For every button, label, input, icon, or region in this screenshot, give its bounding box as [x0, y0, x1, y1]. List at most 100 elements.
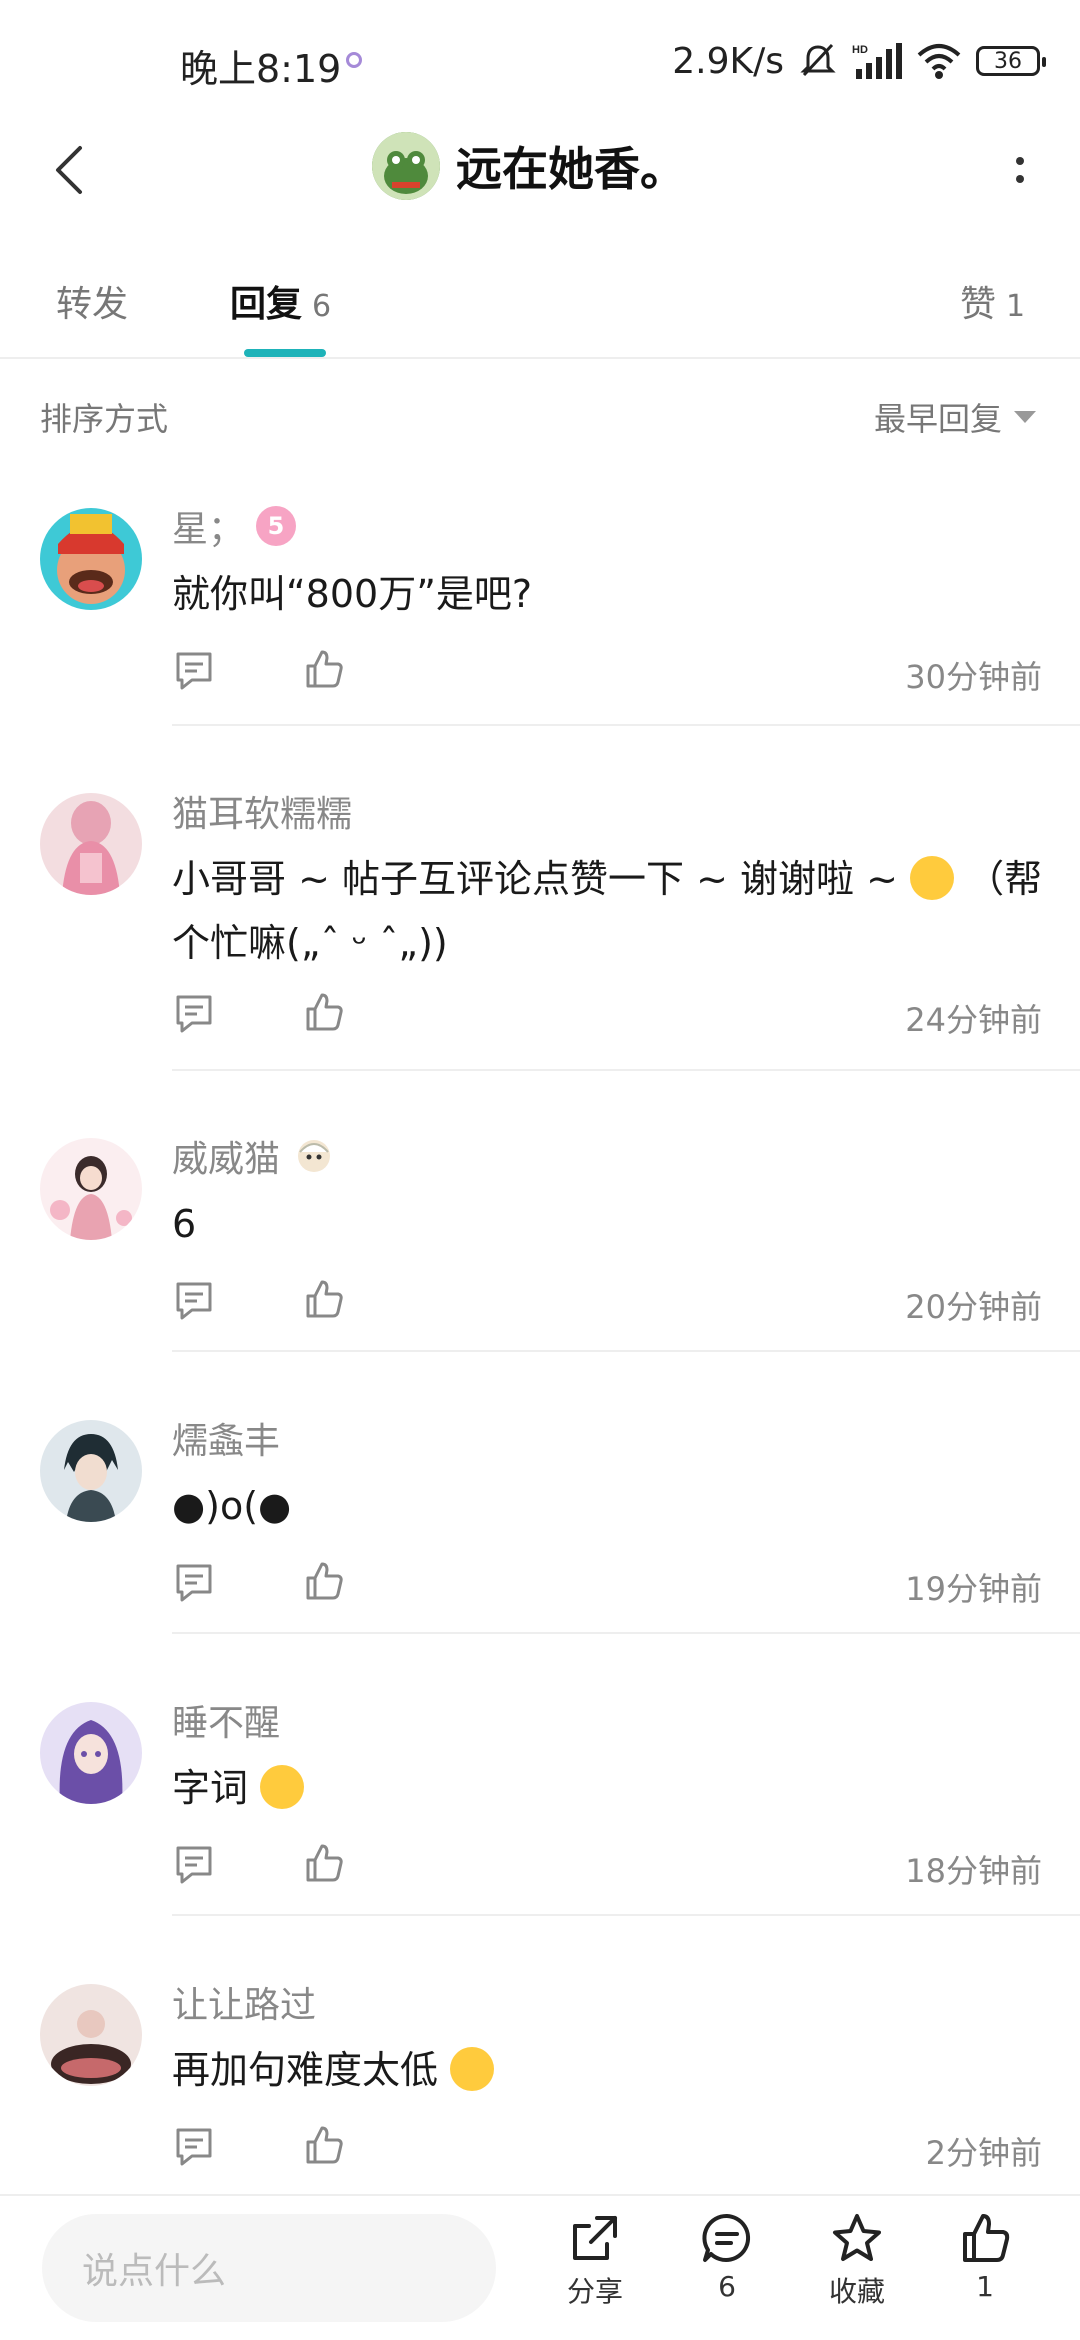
avatar[interactable]: [40, 1702, 142, 1804]
username: 猫耳软糯糯: [172, 794, 353, 835]
post-author[interactable]: 远在她香。: [372, 132, 686, 200]
comment-count: 6: [718, 2270, 736, 2303]
character-badge-icon: [298, 1140, 331, 1172]
comment-author[interactable]: 猫耳软糯糯: [172, 785, 352, 837]
status-time: 晚上8:19: [180, 47, 342, 91]
more-dot: [1016, 157, 1024, 165]
comment-input-placeholder: 说点什么: [82, 2251, 227, 2292]
reply-icon[interactable]: [172, 1560, 216, 1604]
net-speed: 2.9K/s: [672, 40, 784, 82]
tab-label: 赞: [960, 284, 997, 325]
comment-text: 小哥哥 ~ 帖子互评论点赞一下 ~ 谢谢啦 ~ （帮个忙嘛(„ˆ ᵕ ˆ„)): [172, 847, 1052, 975]
comment-text: ●)o(●: [172, 1484, 292, 1528]
comment-text: 字词: [172, 1756, 1052, 1820]
favorite-button[interactable]: 收藏: [802, 2210, 912, 2310]
comment-actions: 20分钟前: [172, 1272, 1042, 1332]
comment-author[interactable]: 睡不醒: [172, 1694, 280, 1746]
wifi-icon: [917, 44, 961, 79]
like-count: 1: [976, 2270, 994, 2303]
username: 让让路过: [172, 1985, 317, 2026]
comment-time: 19分钟前: [905, 1570, 1042, 1608]
comment-author[interactable]: 威威猫: [172, 1130, 336, 1182]
more-button[interactable]: [990, 140, 1050, 200]
comment-text-part: 字词: [172, 1766, 249, 1810]
sort-dropdown[interactable]: 最早回复: [874, 394, 1036, 440]
star-icon: [833, 2214, 881, 2261]
share-icon: [573, 2216, 617, 2260]
avatar[interactable]: [40, 508, 142, 610]
favorite-label: 收藏: [828, 2275, 885, 2308]
status-bar: 晚上8:19 2.9K/s HD 36: [0, 0, 1080, 120]
tab-repost[interactable]: 转发: [56, 275, 128, 327]
comment-icon: [702, 2213, 751, 2262]
comment-author[interactable]: 星； 5: [172, 500, 297, 552]
comment-time: 18分钟前: [905, 1852, 1042, 1890]
comment-text-part: 小哥哥 ~ 帖子互评论点赞一下 ~ 谢谢啦 ~: [172, 857, 898, 901]
grimace-emoji-icon: [910, 856, 955, 900]
tab-likes[interactable]: 赞 1: [960, 275, 1025, 327]
thumbs-up-icon[interactable]: [302, 1558, 346, 1602]
comment-input[interactable]: 说点什么: [42, 2214, 496, 2322]
thumbs-up-icon[interactable]: [302, 1276, 346, 1320]
sort-row: 排序方式 最早回复: [0, 380, 1080, 450]
username: 燸螽丰: [172, 1421, 281, 1462]
battery-icon: 36: [976, 46, 1046, 76]
username: 睡不醒: [172, 1703, 281, 1744]
avatar[interactable]: [40, 1984, 142, 2086]
share-label: 分享: [566, 2275, 623, 2308]
tab-count: 1: [1006, 289, 1026, 324]
username: 星；: [172, 509, 245, 550]
comment-time: 24分钟前: [905, 1001, 1042, 1039]
divider: [172, 1914, 1080, 1916]
reply-icon[interactable]: [172, 2124, 216, 2168]
comment-text: 就你叫“800万”是吧?: [172, 572, 533, 616]
back-button[interactable]: [40, 140, 100, 200]
title-bar: 远在她香。: [0, 120, 1080, 220]
divider: [172, 1632, 1080, 1634]
reply-icon[interactable]: [172, 1842, 216, 1886]
reply-icon[interactable]: [172, 991, 216, 1035]
avatar[interactable]: [40, 1420, 142, 1522]
thumbs-up-icon[interactable]: [302, 989, 346, 1033]
like-button[interactable]: 1: [930, 2210, 1040, 2303]
avatar[interactable]: [40, 793, 142, 895]
comment-actions: 18分钟前: [172, 1836, 1042, 1896]
tab-count: 6: [312, 289, 332, 324]
comment-button[interactable]: 6: [672, 2210, 782, 2303]
avatar[interactable]: [372, 132, 440, 200]
thumbs-up-icon[interactable]: [302, 1840, 346, 1884]
reply-icon[interactable]: [172, 1278, 216, 1322]
signal-icon: HD: [852, 43, 902, 79]
tab-replies[interactable]: 回复 6: [230, 275, 331, 327]
divider: [172, 1350, 1080, 1352]
thumbs-up-icon: [963, 2214, 1010, 2262]
share-button[interactable]: 分享: [540, 2210, 650, 2310]
comment-time: 2分钟前: [925, 2134, 1042, 2172]
chevron-left-icon: [56, 146, 82, 194]
tab-bar: 转发 回复 6 赞 1: [0, 255, 1080, 359]
divider: [172, 1069, 1080, 1071]
tab-label: 转发: [56, 284, 129, 325]
status-app-icon: [346, 52, 362, 68]
mute-icon: [800, 43, 836, 77]
reply-icon[interactable]: [172, 648, 216, 692]
thumbs-up-icon[interactable]: [302, 646, 346, 690]
comment-actions: 30分钟前: [172, 642, 1042, 702]
thumbs-up-icon[interactable]: [302, 2122, 346, 2166]
comment-author[interactable]: 让让路过: [172, 1976, 316, 2028]
tab-label: 回复: [230, 284, 303, 325]
comment-time: 30分钟前: [905, 658, 1042, 696]
comment-author[interactable]: 燸螽丰: [172, 1412, 280, 1464]
comment-text: 再加句难度太低: [172, 2038, 1052, 2102]
comment-actions: 24分钟前: [172, 985, 1042, 1045]
comment-time: 20分钟前: [905, 1288, 1042, 1326]
comment-actions: 2分钟前: [172, 2118, 1042, 2178]
svg-text:HD: HD: [852, 44, 868, 56]
yum-emoji-icon: [260, 1765, 305, 1809]
page-title: 远在她香。: [456, 142, 686, 196]
more-dot: [1016, 175, 1024, 183]
comment-text-part: 再加句难度太低: [172, 2048, 439, 2092]
bottom-bar: 说点什么 分享 6 收藏 1: [0, 2194, 1080, 2340]
avatar[interactable]: [40, 1138, 142, 1240]
comment-text: 6: [172, 1202, 197, 1246]
